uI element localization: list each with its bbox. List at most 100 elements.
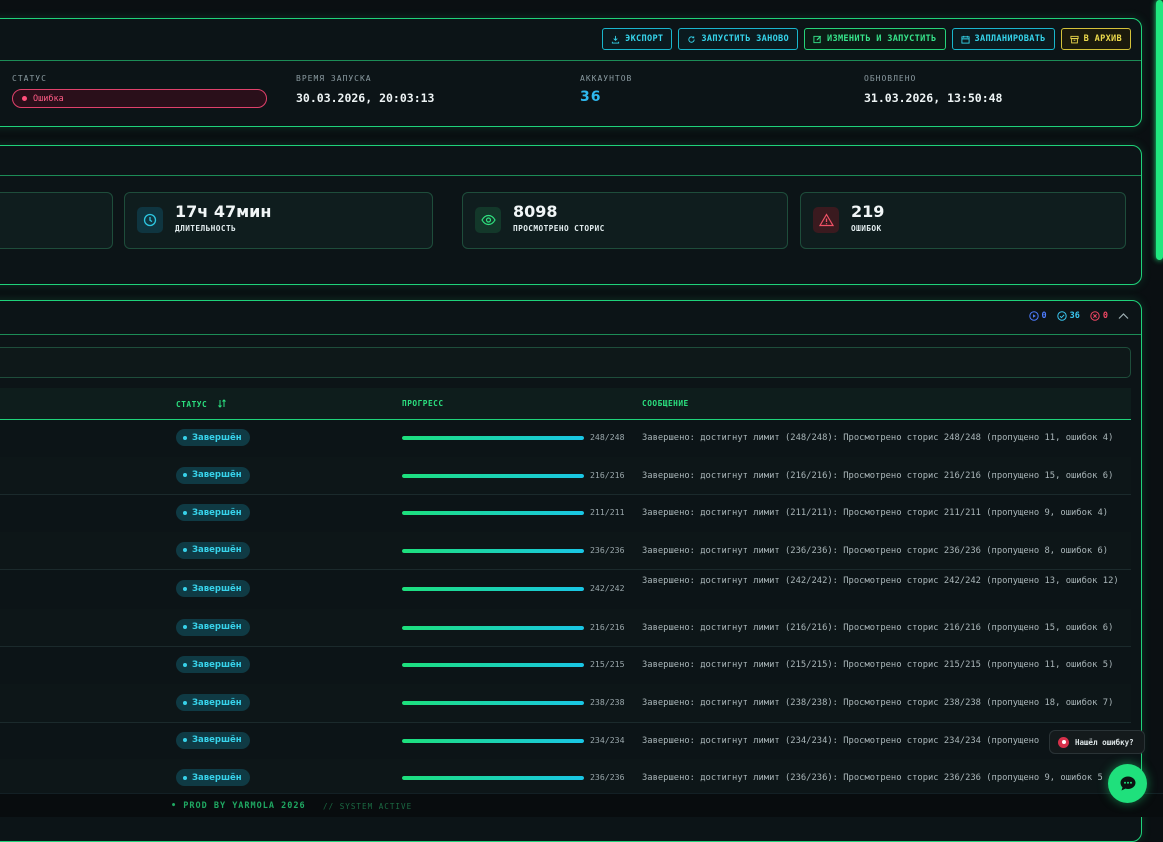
stories-label: ПРОСМОТРЕНО СТОРИС (513, 224, 605, 233)
table-row[interactable]: Завершён 234/234 Завершено: достигнут лими… (0, 722, 1131, 760)
table-row[interactable]: Завершён 242/242 Завершено: достигнут лими… (0, 569, 1131, 610)
row-message: Завершено: достигнут лимит (216/216): Пр… (642, 470, 1114, 481)
row-status: Завершён (192, 507, 242, 518)
row-status: Завершён (192, 545, 242, 555)
stat-card-errors: 219 ОШИБОК (800, 192, 1126, 249)
row-status-badge: Завершён (176, 580, 250, 597)
table-row[interactable]: Завершён 236/236 Завершено: достигнут лими… (0, 532, 1131, 570)
row-progress-bar (402, 663, 584, 667)
download-icon (611, 35, 620, 44)
table-row[interactable]: Завершён 211/211 Завершено: достигнут лими… (0, 494, 1131, 533)
table-row[interactable]: Завершён 216/216 Завершено: достигнут лими… (0, 609, 1131, 647)
status-dot-icon (183, 662, 187, 667)
updated-label: ОБНОВЛЕНО (864, 74, 917, 83)
accounts-label: АККАУНТОВ (580, 74, 633, 83)
accounts-panel: 0 36 0 СТАТУС ПРОГРЕСС СООБЩЕНИЕ Завершё… (0, 300, 1142, 842)
warning-icon (813, 207, 839, 233)
stats-panel-header (0, 146, 1141, 176)
row-status: Завершён (192, 583, 242, 594)
progress-column-header: ПРОГРЕСС (402, 399, 444, 408)
stat-card-partial (0, 192, 113, 249)
row-progress-fill (402, 587, 584, 591)
edit-and-run-button[interactable]: ИЗМЕНИТЬ И ЗАПУСТИТЬ (804, 28, 946, 50)
row-progress-fill (402, 436, 584, 440)
schedule-button[interactable]: ЗАПЛАНИРОВАТЬ (951, 28, 1055, 50)
row-progress-bar (402, 587, 584, 591)
row-progress-fill (402, 701, 584, 705)
row-status-badge: Завершён (176, 731, 250, 749)
chat-button[interactable] (1108, 764, 1147, 803)
table-row[interactable]: Завершён 248/248 Завершено: достигнут лими… (0, 419, 1131, 458)
status-dot-icon (183, 775, 187, 780)
row-progress-bar (402, 511, 584, 515)
row-message: Завершено: достигнут лимит (236/236): Пр… (642, 773, 1103, 783)
export-label: ЭКСПОРТ (625, 34, 664, 44)
row-progress-fill (402, 776, 584, 780)
footer-system-status: // SYSTEM ACTIVE (323, 802, 413, 811)
errors-label: ОШИБОК (851, 224, 882, 233)
run-info-panel: ЭКСПОРТ ЗАПУСТИТЬ ЗАНОВО ИЗМЕНИТЬ И ЗАПУ… (0, 18, 1142, 127)
edit-and-run-label: ИЗМЕНИТЬ И ЗАПУСТИТЬ (827, 34, 937, 44)
stats-panel: 17ч 47мин ДЛИТЕЛЬНОСТЬ 8098 ПРОСМОТРЕНО … (0, 145, 1142, 285)
row-progress-count: 215/215 (590, 659, 625, 669)
status-column-label: СТАТУС (176, 400, 208, 409)
row-progress-count: 236/236 (590, 772, 625, 782)
row-progress-bar (402, 701, 584, 705)
archive-icon (1070, 35, 1079, 43)
row-status: Завершён (192, 659, 242, 670)
row-status: Завершён (192, 735, 242, 745)
updated-value: 31.03.2026, 13:50:48 (864, 91, 1003, 105)
row-status-badge: Завершён (176, 429, 250, 446)
check-circle-icon (1056, 311, 1067, 321)
row-status-badge: Завершён (176, 618, 250, 636)
row-status-badge: Завершён (176, 541, 250, 559)
search-input[interactable] (0, 347, 1131, 378)
restart-button[interactable]: ЗАПУСТИТЬ ЗАНОВО (678, 28, 799, 50)
row-status: Завершён (192, 697, 242, 708)
row-message: Завершено: достигнут лимит (236/236): Пр… (642, 545, 1109, 556)
report-bug-button[interactable]: Нашёл ошибку? (1049, 730, 1145, 754)
chevron-up-icon[interactable] (1118, 312, 1129, 320)
clock-icon (137, 207, 163, 233)
status-dot-icon (183, 700, 187, 705)
stat-card-duration: 17ч 47мин ДЛИТЕЛЬНОСТЬ (124, 192, 433, 249)
accounts-value: 36 (580, 89, 602, 105)
sort-icon[interactable] (217, 399, 227, 408)
report-bug-label: Нашёл ошибку? (1075, 737, 1134, 747)
row-progress-count: 238/238 (590, 697, 625, 707)
status-badge: Ошибка (12, 89, 267, 108)
row-progress-count: 242/242 (590, 583, 625, 593)
status-dot-icon (183, 625, 187, 629)
row-status-badge: Завершён (176, 694, 250, 711)
table-row[interactable]: Завершён 216/216 Завершено: достигнут лими… (0, 457, 1131, 495)
row-status-badge: Завершён (176, 656, 250, 673)
status-dot-icon (22, 96, 27, 101)
accounts-panel-header[interactable]: 0 36 0 (0, 301, 1141, 335)
row-progress-fill (402, 511, 584, 515)
table-row[interactable]: Завершён 215/215 Завершено: достигнут лими… (0, 646, 1131, 685)
row-progress-fill (402, 625, 584, 630)
row-progress-count: 211/211 (590, 507, 625, 517)
running-counter: 0 (1028, 311, 1047, 321)
status-column-header[interactable]: СТАТУС (176, 399, 227, 409)
errors-value: 219 (851, 202, 885, 221)
row-progress-fill (402, 663, 584, 667)
refresh-icon (688, 35, 696, 43)
status-value: Ошибка (33, 93, 64, 104)
row-progress-count: 216/216 (590, 469, 625, 480)
row-status-badge: Завершён (176, 504, 250, 521)
table-row[interactable]: Завершён 238/238 Завершено: достигнут лими… (0, 684, 1131, 723)
row-message: Завершено: достигнут лимит (211/211): Пр… (642, 508, 1109, 518)
row-status-badge: Завершён (176, 466, 250, 484)
archive-button[interactable]: В АРХИВ (1060, 28, 1131, 50)
row-progress-bar (402, 625, 584, 630)
footer-credit: • PROD BY YARMOLA 2026 (171, 801, 306, 811)
page-scrollbar[interactable] (1156, 0, 1163, 260)
table-header: СТАТУС ПРОГРЕСС СООБЩЕНИЕ (0, 388, 1131, 420)
eye-icon (475, 207, 501, 233)
status-dot-icon (183, 435, 187, 440)
x-circle-icon (1090, 311, 1100, 321)
message-column-header: СООБЩЕНИЕ (642, 399, 689, 408)
export-button[interactable]: ЭКСПОРТ (602, 28, 673, 50)
duration-label: ДЛИТЕЛЬНОСТЬ (175, 224, 237, 233)
